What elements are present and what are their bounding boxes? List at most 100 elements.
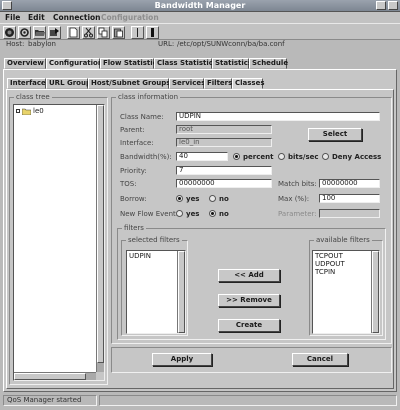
parameter-label: Parameter:	[278, 210, 317, 218]
borrow-yes-radio[interactable]	[176, 195, 183, 202]
hscroll-thumb[interactable]	[14, 373, 86, 380]
menu-connection[interactable]: Connection	[53, 13, 101, 22]
class-information-title: class information	[116, 93, 181, 101]
status-secondary	[99, 395, 397, 406]
menu-bar: File Edit Connection Configuration	[0, 12, 400, 23]
bandwidth-deny-radio[interactable]	[322, 153, 329, 160]
tab-host-subnet-groups[interactable]: Host/Subnet Groups	[88, 78, 170, 89]
vscroll-thumb[interactable]	[97, 105, 104, 363]
tab-overview[interactable]: Overview	[4, 58, 46, 69]
bandwidth-label: Bandwidth(%):	[120, 153, 172, 161]
folder-icon	[22, 108, 31, 115]
tab-class-statistics[interactable]: Class Statistics	[154, 58, 217, 69]
remove-filter-button[interactable]: >> Remove	[218, 294, 280, 307]
available-filters-vscroll[interactable]	[371, 251, 379, 333]
borrow-yes-label: yes	[186, 195, 200, 203]
class-tree-title: class tree	[14, 93, 52, 101]
paste-icon[interactable]	[112, 26, 125, 39]
class-name-input[interactable]: UDPIN	[176, 112, 380, 121]
tab-interfaces[interactable]: Interfaces	[7, 78, 50, 89]
priority-input[interactable]: 7	[176, 166, 272, 175]
parent-label: Parent:	[120, 126, 145, 134]
bandwidth-percent-radio[interactable]	[233, 153, 240, 160]
vertical-bar-icon[interactable]	[146, 26, 159, 39]
vertical-line-icon[interactable]	[131, 26, 144, 39]
tree-item-le0[interactable]: le0	[14, 107, 104, 115]
available-filters-list[interactable]: TCPOUT UDPOUT TCPIN	[312, 250, 380, 334]
title-bar: Bandwidth Manager	[0, 0, 400, 12]
create-filter-button[interactable]: Create	[218, 319, 280, 332]
tos-input[interactable]: 00000000	[176, 179, 272, 188]
new-flow-no-label: no	[219, 210, 229, 218]
url-value: /etc/opt/SUNWconn/ba/ba.conf	[177, 40, 285, 48]
tab-url-groups[interactable]: URL Groups	[46, 78, 95, 89]
minimize-button[interactable]	[376, 1, 386, 10]
selected-filters-list[interactable]: UDPIN	[126, 250, 186, 334]
filters-title: filters	[122, 224, 146, 232]
new-flow-no-radio[interactable]	[209, 210, 216, 217]
max-label: Max (%):	[278, 195, 310, 203]
menu-edit[interactable]: Edit	[28, 13, 45, 22]
tab-filters[interactable]: Filters	[204, 78, 232, 89]
add-filter-button[interactable]: << Add	[218, 269, 280, 282]
interface-field: le0_in	[176, 138, 272, 147]
status-message: QoS Manager started	[3, 395, 97, 406]
maximize-button[interactable]	[388, 1, 398, 10]
select-button[interactable]: Select	[308, 128, 362, 141]
copy-icon[interactable]	[97, 26, 110, 39]
new-flow-yes-label: yes	[186, 210, 200, 218]
class-tree-hscroll[interactable]	[14, 372, 96, 380]
available-filter-item[interactable]: UDPOUT	[313, 260, 379, 268]
open-folder-icon[interactable]	[33, 26, 46, 39]
url-label: URL:	[158, 40, 175, 48]
stop-icon[interactable]	[3, 26, 16, 39]
tab-schedule[interactable]: Schedule	[249, 58, 288, 69]
new-flow-yes-radio[interactable]	[176, 210, 183, 217]
new-flow-event-label: New Flow Event:	[120, 210, 179, 218]
bandwidth-input[interactable]: 40	[176, 152, 228, 161]
class-name-label: Class Name:	[120, 113, 164, 121]
cut-icon[interactable]	[82, 26, 95, 39]
tab-configuration[interactable]: Configuration	[46, 58, 103, 69]
max-input[interactable]: 100	[319, 194, 380, 203]
toolbar	[0, 23, 400, 40]
tab-flow-statistics[interactable]: Flow Statistics	[100, 58, 161, 69]
tab-services[interactable]: Services	[169, 78, 205, 89]
tab-statistics[interactable]: Statistics	[212, 58, 252, 69]
status-bar: QoS Manager started	[3, 395, 397, 406]
match-bits-input[interactable]: 00000000	[319, 179, 380, 188]
export-icon[interactable]	[48, 26, 61, 39]
class-tree[interactable]: le0	[13, 104, 105, 381]
bandwidth-deny-label: Deny Access	[332, 153, 382, 161]
new-document-icon[interactable]	[67, 26, 80, 39]
bandwidth-bits-radio[interactable]	[278, 153, 285, 160]
tree-expander-icon[interactable]	[16, 109, 20, 113]
settings-icon[interactable]	[18, 26, 31, 39]
bandwidth-bits-label: bits/sec	[288, 153, 319, 161]
selected-filters-vscroll[interactable]	[177, 251, 185, 333]
class-tree-vscroll[interactable]	[96, 105, 104, 372]
scroll-corner	[96, 372, 104, 380]
cancel-button[interactable]: Cancel	[292, 353, 348, 366]
parameter-field	[319, 209, 380, 218]
borrow-no-radio[interactable]	[209, 195, 216, 202]
tos-label: TOS:	[120, 180, 137, 188]
menu-file[interactable]: File	[5, 13, 20, 22]
window-title: Bandwidth Manager	[154, 1, 246, 10]
available-filter-item[interactable]: TCPIN	[313, 268, 379, 276]
apply-button[interactable]: Apply	[152, 353, 212, 366]
connection-info: Host: babylon URL: /etc/opt/SUNWconn/ba/…	[0, 40, 400, 50]
window-menu-button[interactable]	[2, 1, 12, 10]
vscroll-thumb[interactable]	[372, 251, 379, 333]
host-value: babylon	[28, 40, 56, 48]
vscroll-thumb[interactable]	[178, 251, 185, 333]
parent-field: root	[176, 125, 272, 134]
selected-filters-title: selected filters	[126, 236, 182, 244]
match-bits-label: Match bits:	[278, 180, 317, 188]
priority-label: Priority:	[120, 167, 147, 175]
tree-item-label: le0	[33, 107, 44, 115]
tab-classes[interactable]: Classes	[232, 78, 265, 89]
bandwidth-percent-label: percent	[243, 153, 274, 161]
interface-label: Interface:	[120, 139, 154, 147]
available-filter-item[interactable]: TCPOUT	[313, 252, 379, 260]
